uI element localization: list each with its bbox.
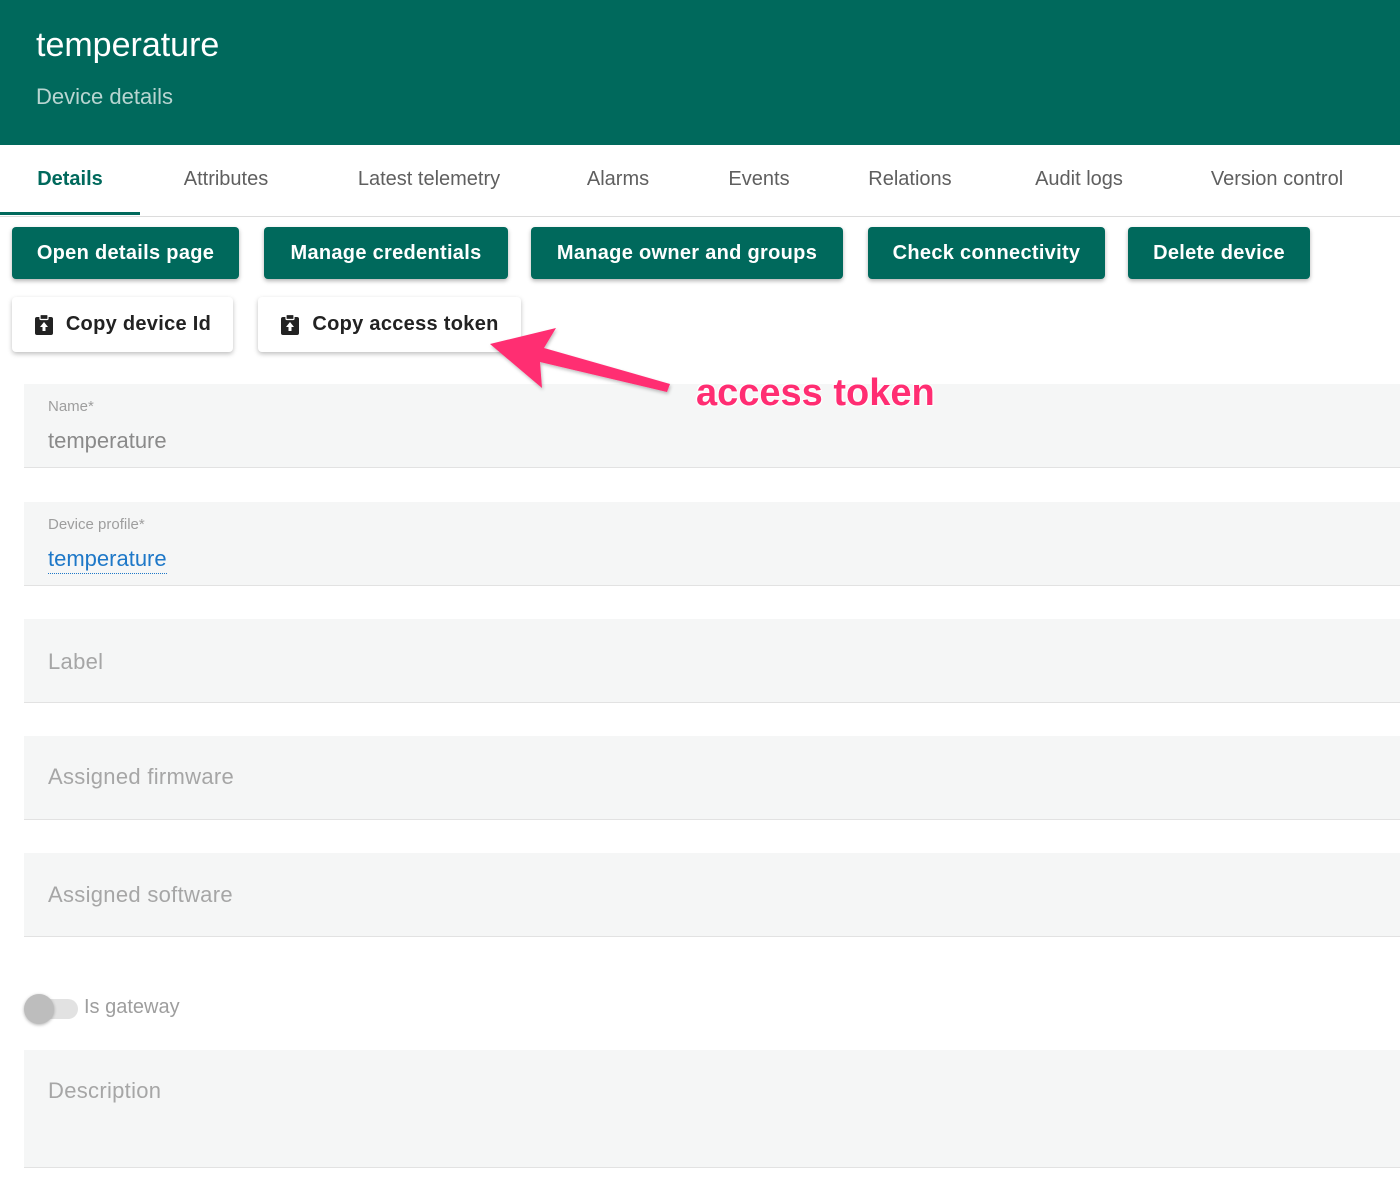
description-placeholder: Description — [48, 1078, 162, 1103]
page-subtitle: Device details — [36, 84, 173, 109]
page-title: temperature — [36, 26, 220, 64]
name-field-label: Name* — [48, 398, 94, 415]
assigned-software-field[interactable]: Assigned software — [24, 853, 1400, 937]
manage-credentials-button[interactable]: Manage credentials — [264, 227, 508, 279]
tab-alarms[interactable]: Alarms — [560, 145, 676, 217]
annotation-label: access token — [696, 372, 935, 414]
clipboard-icon — [281, 313, 300, 335]
delete-device-button[interactable]: Delete device — [1128, 227, 1310, 279]
device-profile-field[interactable]: Device profile* temperature — [24, 502, 1400, 586]
tab-audit-logs[interactable]: Audit logs — [1014, 145, 1144, 217]
tab-attributes[interactable]: Attributes — [156, 145, 296, 217]
open-details-page-button[interactable]: Open details page — [12, 227, 239, 279]
toggle-thumb — [24, 994, 54, 1024]
assigned-firmware-placeholder: Assigned firmware — [48, 764, 235, 789]
device-profile-field-label: Device profile* — [48, 516, 145, 533]
tab-relations[interactable]: Relations — [846, 145, 974, 217]
active-tab-indicator — [0, 212, 140, 215]
label-field-placeholder: Label — [48, 649, 104, 674]
arrow-icon — [490, 328, 670, 392]
assigned-firmware-field[interactable]: Assigned firmware — [24, 736, 1400, 820]
device-profile-link[interactable]: temperature — [48, 546, 167, 574]
label-field[interactable]: Label — [24, 619, 1400, 703]
copy-access-token-label: Copy access token — [312, 313, 499, 335]
assigned-software-placeholder: Assigned software — [48, 882, 233, 907]
clipboard-icon — [34, 313, 53, 335]
name-field-value: temperature — [48, 428, 167, 453]
is-gateway-toggle[interactable] — [24, 994, 80, 1024]
tab-version-control[interactable]: Version control — [1186, 145, 1368, 217]
tab-latest-telemetry[interactable]: Latest telemetry — [334, 145, 524, 217]
page-header: temperature Device details — [0, 0, 1400, 145]
tab-details[interactable]: Details — [0, 145, 140, 217]
description-field[interactable]: Description — [24, 1050, 1400, 1168]
manage-owner-groups-button[interactable]: Manage owner and groups — [531, 227, 843, 279]
copy-device-id-button[interactable]: Copy device Id — [12, 297, 233, 352]
tab-bar: Details Attributes Latest telemetry Alar… — [0, 145, 1400, 217]
check-connectivity-button[interactable]: Check connectivity — [868, 227, 1105, 279]
tab-events[interactable]: Events — [704, 145, 814, 217]
copy-device-id-label: Copy device Id — [65, 313, 212, 335]
is-gateway-label: Is gateway — [84, 996, 180, 1018]
